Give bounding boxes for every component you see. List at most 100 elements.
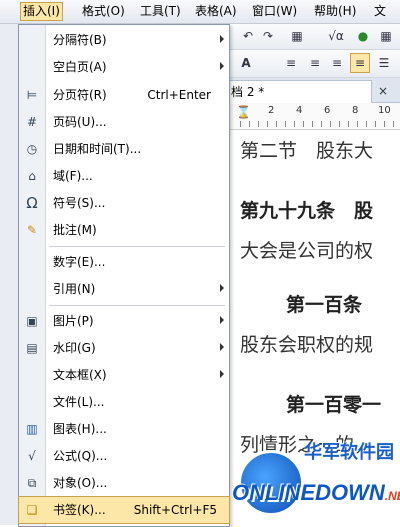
menu-item-picture[interactable]: ▣ 图片(P) <box>19 308 229 334</box>
menu-help[interactable]: 帮助(H) <box>312 3 358 20</box>
doc-line: 第一百条 <box>286 294 363 316</box>
menu-item-field[interactable]: ⌂ 域(F)... <box>19 163 229 189</box>
justify-icon[interactable]: ≡ <box>350 53 370 73</box>
menu-table[interactable]: 表格(A) <box>193 3 239 20</box>
submenu-arrow-icon <box>220 35 224 43</box>
menu-item-file[interactable]: 文件(L)... <box>19 389 229 415</box>
ruler-tick: 6 <box>324 105 331 116</box>
menu-item-label: 页码(U)... <box>53 115 107 129</box>
menu-item-label: 水印(G) <box>53 341 96 355</box>
align-left-icon[interactable]: ≡ <box>282 53 300 73</box>
date-time-icon: ◷ <box>26 142 38 156</box>
table-icon[interactable]: ▦ <box>288 26 306 46</box>
menu-item-chart[interactable]: ▥ 图表(H)... <box>19 416 229 442</box>
document-tab-bar: 档 2 * × <box>228 78 400 103</box>
ruler-tick: 4 <box>296 105 303 116</box>
document-tab[interactable]: 档 2 * <box>228 80 372 103</box>
doc-line: 大会是公司的权 <box>240 240 374 262</box>
submenu-arrow-icon <box>220 316 224 324</box>
doc-line: 第九十九条 股 <box>240 200 374 222</box>
menu-item-label: 数字(E)... <box>53 255 106 269</box>
menu-item-symbol[interactable]: Ω 符号(S)... <box>19 190 229 216</box>
watermark-brand-text: ONLINEDOWN <box>232 480 385 505</box>
globe-icon[interactable]: ● <box>356 26 370 46</box>
menu-item-date-time[interactable]: ◷ 日期和时间(T)... <box>19 136 229 162</box>
menu-file[interactable]: 文 <box>372 3 388 20</box>
menu-item-label: 文本框(X) <box>53 368 107 382</box>
doc-line: 第二节 股东大 <box>240 140 374 162</box>
redo-icon[interactable]: ↷ <box>260 26 276 46</box>
submenu-arrow-icon <box>220 62 224 70</box>
menu-window[interactable]: 窗口(W) <box>250 3 299 20</box>
menu-format[interactable]: 格式(O) <box>80 3 127 20</box>
menu-item-formula[interactable]: √ 公式(Q)... <box>19 443 229 469</box>
menu-item-page-break[interactable]: ⊨ 分页符(R) Ctrl+Enter <box>19 82 229 108</box>
menu-item-label: 对象(O)... <box>53 476 108 490</box>
menu-separator <box>49 246 225 247</box>
ruler-marks <box>240 121 400 127</box>
menu-item-number[interactable]: 数字(E)... <box>19 249 229 275</box>
menu-item-label: 符号(S)... <box>53 196 106 210</box>
menu-item-blank-page[interactable]: 空白页(A) <box>19 54 229 80</box>
watermark-title: 华军软件园 <box>304 442 394 463</box>
chart-icon: ▥ <box>26 422 38 436</box>
align-right-icon[interactable]: ≡ <box>328 53 346 73</box>
omega-symbol-icon: Ω <box>26 194 38 212</box>
menu-separator <box>49 305 225 306</box>
menu-item-label: 日期和时间(T)... <box>53 142 142 156</box>
menu-item-label: 书签(K)... <box>53 503 106 517</box>
menu-item-label: 分页符(R) <box>53 88 107 102</box>
ruler-tick: 2 <box>268 105 275 116</box>
page-break-icon: ⊨ <box>26 88 38 102</box>
watermark-suffix: .NET <box>384 489 400 503</box>
menu-item-text-box[interactable]: 文本框(X) <box>19 362 229 388</box>
insert-menu-dropdown: 分隔符(B) 空白页(A) ⊨ 分页符(R) Ctrl+Enter # 页码(U… <box>18 24 230 527</box>
menu-insert[interactable]: 插入(I) <box>20 2 63 21</box>
undo-icon[interactable]: ↶ <box>240 26 256 46</box>
menu-item-watermark[interactable]: ▤ 水印(G) <box>19 335 229 361</box>
page-number-icon: # <box>26 115 38 129</box>
horizontal-ruler: ⌛ 2 4 6 8 10 <box>228 103 400 130</box>
menu-tools[interactable]: 工具(T) <box>138 3 183 20</box>
doc-line: 股东会职权的规 <box>240 334 374 356</box>
watermark-brand: ONLINEDOWN.NET <box>232 480 400 506</box>
left-toolbar-strip <box>0 24 18 525</box>
menu-item-shortcut: Shift+Ctrl+F5 <box>133 503 217 517</box>
menu-item-shortcut: Ctrl+Enter <box>147 88 211 102</box>
list-icon[interactable]: ☰ <box>376 53 392 73</box>
menu-item-reference[interactable]: 引用(N) <box>19 276 229 302</box>
menu-item-label: 批注(M) <box>53 223 97 237</box>
object-icon: ⧉ <box>27 476 37 490</box>
format-toolbar: A ≡ ≡ ≡ ≡ ☰ <box>228 50 400 78</box>
font-grow-icon[interactable]: A <box>236 53 256 73</box>
ruler-tick: 8 <box>352 105 359 116</box>
doc-line: 第一百零一 <box>286 394 382 416</box>
menu-item-page-number[interactable]: # 页码(U)... <box>19 109 229 135</box>
formula-icon: √ <box>28 449 36 463</box>
menu-item-label: 文件(L)... <box>53 395 105 409</box>
menu-item-separator[interactable]: 分隔符(B) <box>19 27 229 53</box>
menu-item-bookmark[interactable]: ❏ 书签(K)... Shift+Ctrl+F5 <box>18 496 230 524</box>
menu-item-label: 引用(N) <box>53 282 96 296</box>
menu-item-label: 图片(P) <box>53 314 94 328</box>
menu-item-comment[interactable]: ✎ 批注(M) <box>19 217 229 243</box>
bookmark-icon: ❏ <box>26 503 38 517</box>
formula-icon[interactable]: √α <box>324 26 348 46</box>
menu-item-label: 图表(H)... <box>53 422 107 436</box>
menu-item-label: 空白页(A) <box>53 60 107 74</box>
standard-toolbar: ↶ ↷ ▦ √α ● ▦ <box>228 24 400 50</box>
tab-close-icon[interactable]: × <box>378 80 388 102</box>
menu-item-label: 公式(Q)... <box>53 449 108 463</box>
picture-icon: ▣ <box>26 314 38 328</box>
menu-item-label: 域(F)... <box>53 169 93 183</box>
indent-marker-icon[interactable]: ⌛ <box>236 105 251 119</box>
align-center-icon[interactable]: ≡ <box>306 53 324 73</box>
site-watermark: 华军软件园 ONLINEDOWN.NET <box>228 428 400 525</box>
ruler-tick: 10 <box>378 105 391 116</box>
menu-bar: 插入(I) 格式(O) 工具(T) 表格(A) 窗口(W) 帮助(H) 文 <box>0 0 400 24</box>
field-icon: ⌂ <box>28 169 36 183</box>
submenu-arrow-icon <box>220 370 224 378</box>
menu-item-object[interactable]: ⧉ 对象(O)... <box>19 470 229 496</box>
grid-icon[interactable]: ▦ <box>378 26 394 46</box>
submenu-arrow-icon <box>220 284 224 292</box>
